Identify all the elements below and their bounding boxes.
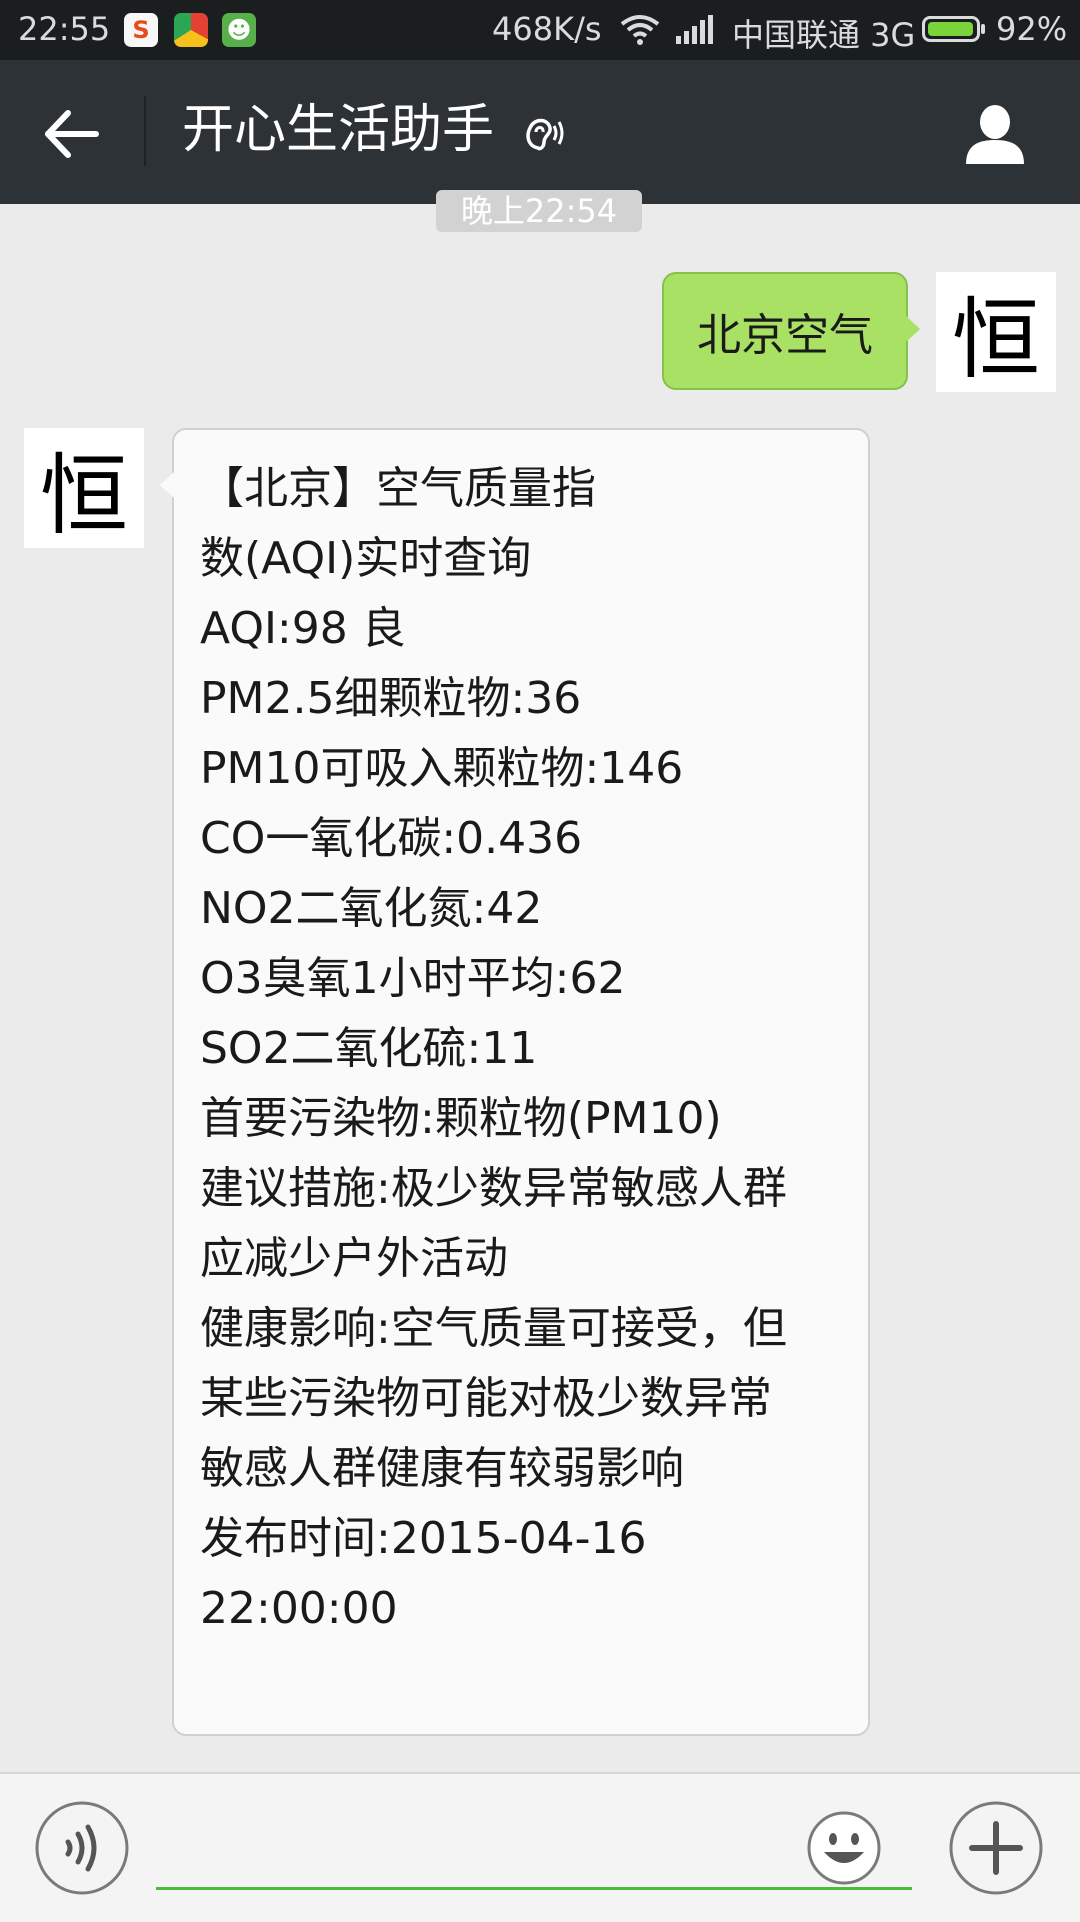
message-line: 22:00:00: [200, 1583, 398, 1634]
message-line: NO2二氧化氮:42: [200, 883, 543, 934]
carrier-name: 中国联通 3G: [732, 16, 916, 54]
message-line: 应减少户外活动: [200, 1233, 508, 1284]
header-divider: [144, 96, 146, 166]
message-line: 首要污染物:颗粒物(PM10): [200, 1093, 722, 1144]
chat-header: 开心生活助手: [0, 60, 1080, 204]
message-line: CO一氧化碳:0.436: [200, 813, 583, 864]
message-line: SO2二氧化硫:11: [200, 1023, 538, 1074]
status-bar: 22:55 S ☻ 468K/s 中国联通 3G 92%: [0, 0, 1080, 60]
message-line: O3臭氧1小时平均:62: [200, 953, 626, 1004]
contact-avatar[interactable]: 恒: [24, 428, 144, 548]
emoji-button[interactable]: [806, 1810, 882, 1886]
android-icon: ☻: [222, 13, 256, 47]
input-bar: [0, 1772, 1080, 1922]
message-line: 发布时间:2015-04-16: [200, 1513, 647, 1564]
message-line: 健康影响:空气质量可接受，但: [200, 1303, 787, 1354]
chrome-icon: [174, 13, 208, 47]
status-time: 22:55: [18, 10, 111, 48]
chat-title: 开心生活助手: [182, 100, 495, 160]
sogou-icon: S: [124, 13, 158, 47]
ear-icon: [526, 118, 564, 151]
network-speed: 468K/s: [492, 10, 602, 48]
message-timestamp: 晚上22:54: [436, 190, 642, 232]
outgoing-message-text: 北京空气: [697, 310, 873, 361]
message-line: 某些污染物可能对极少数异常: [200, 1373, 772, 1424]
message-line: 【北京】空气质量指: [200, 463, 596, 514]
wifi-icon: [620, 15, 660, 45]
person-icon: [966, 105, 1024, 164]
profile-button[interactable]: [958, 96, 1032, 170]
voice-button[interactable]: [34, 1800, 130, 1896]
message-line: 敏感人群健康有较弱影响: [200, 1443, 684, 1494]
more-button[interactable]: [948, 1800, 1044, 1896]
back-button[interactable]: [34, 96, 110, 172]
message-line: AQI:98 良: [200, 603, 406, 654]
message-line: 建议措施:极少数异常敏感人群: [200, 1163, 787, 1214]
battery-fill: [928, 22, 973, 36]
battery-percent: 92%: [996, 10, 1068, 48]
outgoing-message-bubble[interactable]: 北京空气: [662, 272, 920, 390]
plus-icon: [969, 1821, 1023, 1875]
voice-icon: [65, 1824, 97, 1872]
message-line: PM10可吸入颗粒物:146: [200, 743, 684, 794]
signal-icon: [676, 15, 713, 44]
smiley-icon: [807, 1811, 881, 1885]
battery-icon: [922, 16, 985, 42]
arrow-left-icon: [45, 110, 99, 158]
my-avatar[interactable]: 恒: [936, 272, 1056, 392]
message-line: PM2.5细颗粒物:36: [200, 673, 582, 724]
message-line: 数(AQI)实时查询: [200, 533, 532, 584]
message-input[interactable]: [156, 1824, 912, 1890]
incoming-message-bubble[interactable]: 【北京】空气质量指 数(AQI)实时查询 AQI:98 良 PM2.5细颗粒物:…: [160, 428, 870, 1736]
